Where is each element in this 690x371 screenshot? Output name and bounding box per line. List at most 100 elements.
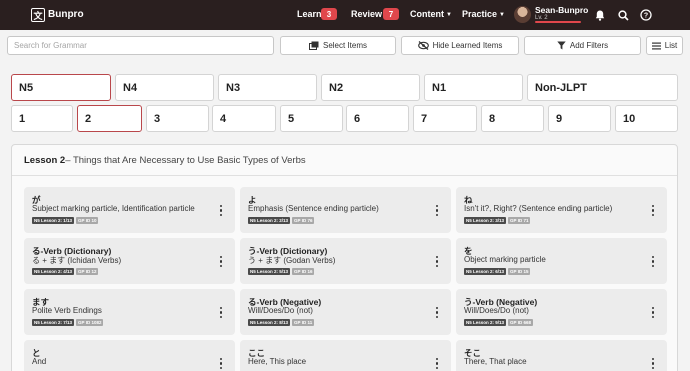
lesson-tab-8[interactable]: 8 [481, 105, 544, 132]
search-icon[interactable] [616, 8, 630, 22]
grammar-meaning: Will/Does/Do (not) [248, 306, 313, 315]
user-name[interactable]: Sean-Bunpro [535, 5, 588, 15]
list-view-label: List [664, 41, 678, 50]
chevron-down-icon: ▼ [446, 12, 452, 18]
search-input[interactable] [7, 36, 274, 55]
lesson-tag: N5 Lesson 2: 1/13 [32, 217, 75, 224]
gp-id-tag: GP ID 1082 [76, 319, 104, 326]
hide-learned-button[interactable]: Hide Learned Items [401, 36, 519, 55]
grammar-meaning: Here, This place [248, 357, 307, 366]
grammar-card[interactable]: る-Verb (Dictionary) る + ます (Ichidan Verb… [24, 238, 235, 284]
more-options-icon[interactable] [650, 307, 656, 318]
nav-review[interactable]: Review [351, 9, 382, 19]
lesson-tag: N5 Lesson 2: 5/13 [248, 268, 291, 275]
grammar-meaning: Subject marking particle, Identification… [32, 204, 195, 213]
grammar-meaning: Will/Does/Do (not) [464, 306, 529, 315]
grammar-card[interactable]: そこ There, That place [456, 340, 667, 371]
lesson-tab-2[interactable]: 2 [77, 105, 142, 132]
level-tab-n4[interactable]: N4 [115, 74, 214, 101]
nav-practice-label: Practice [462, 9, 498, 19]
grammar-card[interactable]: ね Isn't it?, Right? (Sentence ending par… [456, 187, 667, 233]
gp-id-tag: GP ID 668 [508, 319, 533, 326]
user-xp-bar [535, 21, 581, 23]
lesson-tab-7[interactable]: 7 [413, 105, 477, 132]
top-navbar: 文 Bunpro Learn 3 Review 7 Content ▼ Pract… [0, 0, 690, 30]
grammar-meaning: る + ます (Ichidan Verbs) [32, 256, 122, 265]
lesson-tab-3[interactable]: 3 [146, 105, 209, 132]
grammar-meaning: Emphasis (Sentence ending particle) [248, 204, 379, 213]
avatar[interactable] [514, 6, 531, 23]
filter-icon [557, 41, 566, 50]
lesson-tab-1[interactable]: 1 [11, 105, 73, 132]
hide-learned-label: Hide Learned Items [432, 41, 503, 50]
grammar-card[interactable]: を Object marking particle N5 Lesson 2: 6… [456, 238, 667, 284]
level-tab-n1[interactable]: N1 [424, 74, 523, 101]
level-tab-non-jlpt[interactable]: Non-JLPT [527, 74, 678, 101]
lesson-tab-5[interactable]: 5 [280, 105, 343, 132]
learn-count-badge: 3 [321, 8, 337, 20]
more-options-icon[interactable] [218, 307, 224, 318]
lesson-tab-10[interactable]: 10 [615, 105, 678, 132]
more-options-icon[interactable] [218, 256, 224, 267]
more-options-icon[interactable] [650, 256, 656, 267]
bell-icon[interactable] [593, 8, 607, 22]
bunpro-logo[interactable]: 文 [31, 8, 45, 22]
more-options-icon[interactable] [434, 307, 440, 318]
more-options-icon[interactable] [650, 358, 656, 369]
more-options-icon[interactable] [650, 205, 656, 216]
eye-slash-icon [417, 41, 429, 50]
more-options-icon[interactable] [434, 256, 440, 267]
level-tab-n3[interactable]: N3 [218, 74, 317, 101]
more-options-icon[interactable] [434, 205, 440, 216]
lesson-tag: N5 Lesson 2: 4/13 [32, 268, 75, 275]
svg-text:?: ? [644, 13, 648, 20]
grammar-card[interactable]: ここ Here, This place [240, 340, 451, 371]
list-view-button[interactable]: List [646, 36, 683, 55]
grammar-meaning: う + ます (Godan Verbs) [248, 256, 336, 265]
level-tab-n2[interactable]: N2 [321, 74, 420, 101]
grammar-card[interactable]: る-Verb (Negative) Will/Does/Do (not) N5 … [240, 289, 451, 335]
grammar-card[interactable]: ます Polite Verb Endings N5 Lesson 2: 7/13… [24, 289, 235, 335]
nav-practice-dropdown[interactable]: Practice ▼ [462, 9, 505, 19]
more-options-icon[interactable] [218, 205, 224, 216]
lesson-subtitle: – Things that Are Necessary to Use Basic… [65, 154, 306, 166]
lesson-tag: N5 Lesson 2: 3/13 [464, 217, 507, 224]
gp-id-tag: GP ID 16 [292, 268, 315, 275]
lesson-tag: N5 Lesson 2: 9/13 [464, 319, 507, 326]
lesson-heading: Lesson 2 – Things that Are Necessary to … [12, 145, 677, 176]
lesson-panel: Lesson 2 – Things that Are Necessary to … [11, 144, 678, 371]
nav-content-label: Content [410, 9, 444, 19]
more-options-icon[interactable] [218, 358, 224, 369]
grammar-card[interactable]: う-Verb (Dictionary) う + ます (Godan Verbs)… [240, 238, 451, 284]
lesson-tab-6[interactable]: 6 [346, 105, 409, 132]
gp-id-tag: GP ID 10 [76, 217, 99, 224]
gp-id-tag: GP ID 12 [76, 268, 99, 275]
grammar-meaning: There, That place [464, 357, 527, 366]
gp-id-tag: GP ID 11 [292, 319, 315, 326]
nav-content-dropdown[interactable]: Content ▼ [410, 9, 452, 19]
add-filters-button[interactable]: Add Filters [524, 36, 641, 55]
lesson-tag: N5 Lesson 2: 6/13 [464, 268, 507, 275]
gp-id-tag: GP ID 71 [508, 217, 531, 224]
brand-name[interactable]: Bunpro [48, 9, 84, 20]
level-tab-n5[interactable]: N5 [11, 74, 111, 101]
help-icon[interactable]: ? [639, 8, 653, 22]
grammar-card[interactable]: と And [24, 340, 235, 371]
add-filters-label: Add Filters [569, 41, 609, 50]
lesson-tag: N5 Lesson 2: 2/13 [248, 217, 291, 224]
more-options-icon[interactable] [434, 358, 440, 369]
gp-id-tag: GP ID 76 [292, 217, 315, 224]
grammar-card[interactable]: が Subject marking particle, Identificati… [24, 187, 235, 233]
lesson-tab-4[interactable]: 4 [212, 105, 276, 132]
lesson-tag: N5 Lesson 2: 8/13 [248, 319, 291, 326]
lesson-tag: N5 Lesson 2: 7/13 [32, 319, 75, 326]
select-items-button[interactable]: Select Items [280, 36, 396, 55]
nav-learn[interactable]: Learn [297, 9, 322, 19]
list-icon [651, 42, 661, 49]
select-items-icon [308, 41, 319, 50]
logo-glyph: 文 [33, 10, 43, 21]
grammar-card[interactable]: よ Emphasis (Sentence ending particle) N5… [240, 187, 451, 233]
grammar-card[interactable]: う-Verb (Negative) Will/Does/Do (not) N5 … [456, 289, 667, 335]
lesson-tab-9[interactable]: 9 [548, 105, 611, 132]
grammar-meaning: And [32, 357, 47, 366]
